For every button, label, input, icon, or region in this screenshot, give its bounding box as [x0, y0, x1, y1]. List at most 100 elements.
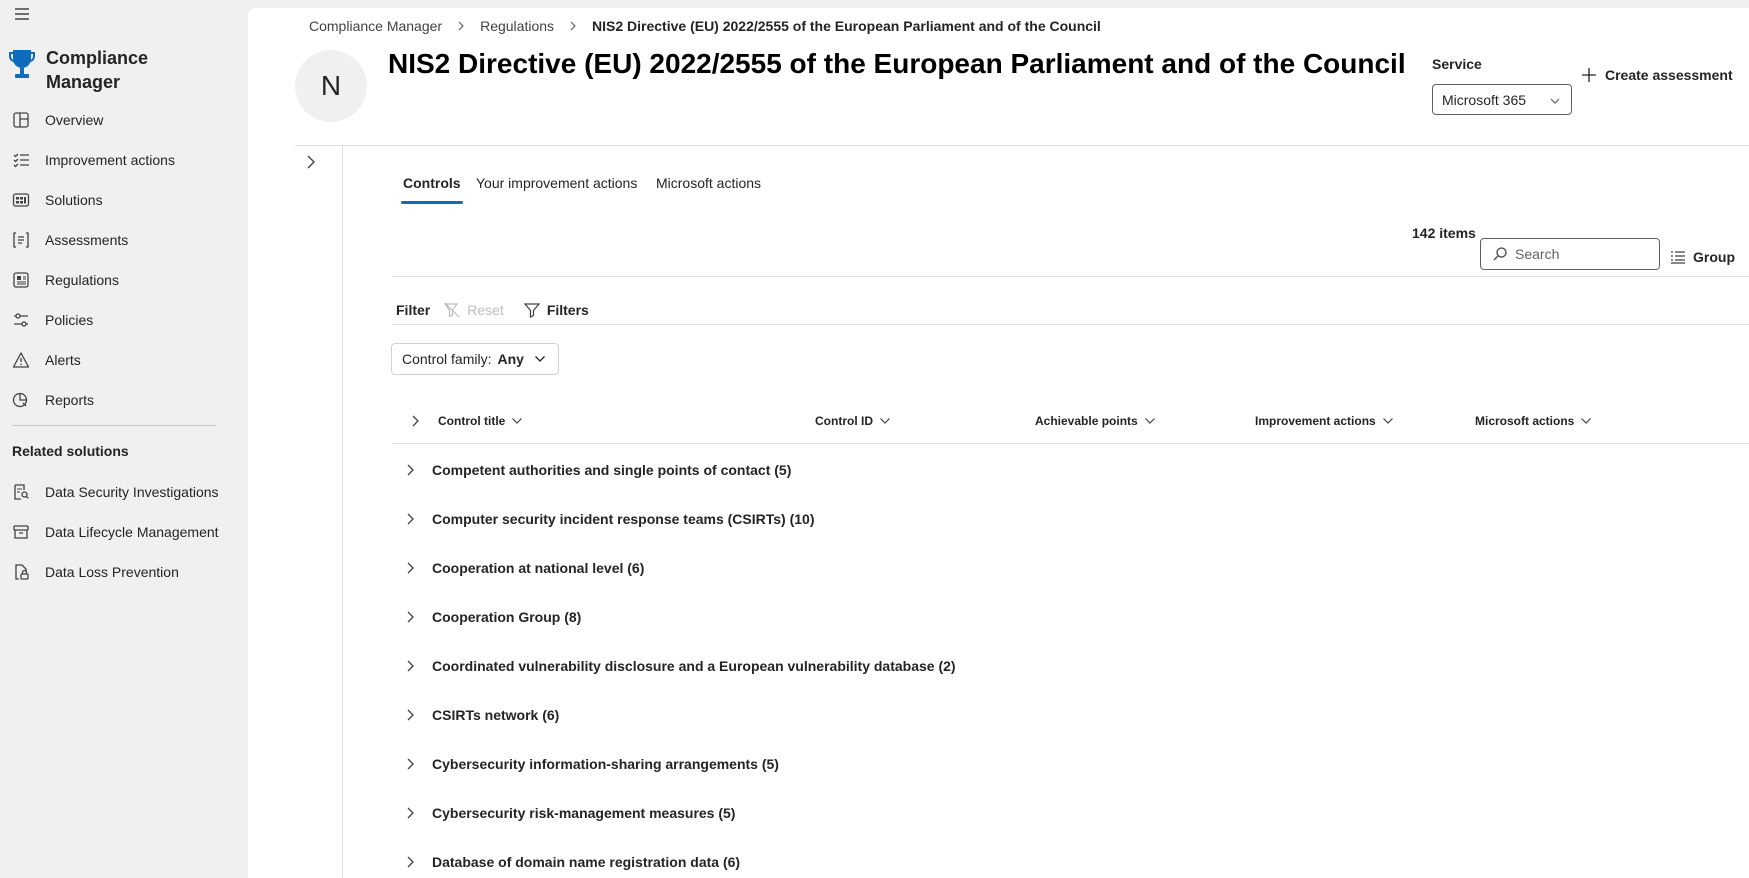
chevron-down-icon	[1144, 415, 1156, 427]
nav-label: Data Lifecycle Management	[45, 524, 219, 540]
table-row[interactable]: Cybersecurity information-sharing arrang…	[392, 739, 1749, 788]
table-row[interactable]: Database of domain name registration dat…	[392, 837, 1749, 878]
list-checks-icon	[12, 151, 30, 169]
nav-item-assessments[interactable]: Assessments	[0, 220, 248, 260]
chevron-down-icon	[1382, 415, 1394, 427]
chevron-down-icon	[1549, 95, 1561, 107]
nav-label: Policies	[45, 312, 94, 328]
reset-label: Reset	[467, 302, 504, 318]
overview-icon	[12, 111, 30, 129]
expand-details-pane-chevron-icon[interactable]	[303, 154, 319, 170]
service-dropdown[interactable]: Microsoft 365	[1432, 84, 1572, 115]
breadcrumb-current: NIS2 Directive (EU) 2022/2555 of the Eur…	[592, 18, 1101, 34]
table-header: Control title Control ID Achievable poin…	[392, 406, 1749, 444]
column-header-label: Microsoft actions	[1475, 414, 1575, 428]
table-row[interactable]: Cooperation Group (8)	[392, 592, 1749, 641]
column-header-label: Improvement actions	[1255, 414, 1376, 428]
filter-divider-bottom	[392, 324, 1749, 325]
search-box[interactable]	[1480, 238, 1660, 270]
nav-label: Improvement actions	[45, 152, 175, 168]
nav-label: Data Loss Prevention	[45, 564, 179, 580]
reset-filter-button[interactable]: Reset	[444, 302, 504, 318]
alert-icon	[12, 351, 30, 369]
column-header-label: Control ID	[815, 414, 873, 428]
nav-item-data-loss-prevention[interactable]: Data Loss Prevention	[0, 552, 248, 592]
main-panel: Compliance Manager Regulations NIS2 Dire…	[248, 8, 1749, 878]
chevron-down-icon	[1580, 415, 1592, 427]
nav-item-alerts[interactable]: Alerts	[0, 340, 248, 380]
nav-divider	[12, 425, 216, 426]
column-header-label: Control title	[438, 414, 506, 428]
breadcrumb-regulations[interactable]: Regulations	[480, 18, 554, 34]
control-family-filter-pill[interactable]: Control family: Any	[391, 343, 559, 375]
service-label: Service	[1432, 56, 1482, 72]
investigation-icon	[12, 483, 30, 501]
tab-controls[interactable]: Controls	[401, 175, 463, 204]
chevron-right-icon	[403, 855, 417, 869]
chevron-right-icon	[456, 21, 466, 31]
filters-label: Filters	[546, 302, 589, 318]
chevron-down-icon	[511, 415, 523, 427]
group-title: Cooperation at national level (6)	[432, 559, 645, 576]
add-icon	[1581, 67, 1597, 83]
tab-your-improvement-actions[interactable]: Your improvement actions	[476, 175, 637, 204]
table-row[interactable]: Computer security incident response team…	[392, 494, 1749, 543]
search-input[interactable]	[1515, 246, 1655, 262]
table-row[interactable]: Competent authorities and single points …	[392, 445, 1749, 494]
control-family-value: Any	[497, 351, 524, 367]
table-row[interactable]: CSIRTs network (6)	[392, 690, 1749, 739]
table-row[interactable]: Cooperation at national level (6)	[392, 543, 1749, 592]
breadcrumb-compliance-manager[interactable]: Compliance Manager	[309, 18, 442, 34]
column-header-control-title[interactable]: Control title	[438, 414, 523, 428]
related-solutions-heading: Related solutions	[12, 443, 129, 459]
nav-label: Regulations	[45, 272, 119, 288]
column-header-improvement-actions[interactable]: Improvement actions	[1255, 414, 1394, 428]
app-title: Compliance Manager	[46, 46, 148, 94]
tab-microsoft-actions[interactable]: Microsoft actions	[656, 175, 761, 204]
chevron-right-icon	[403, 463, 417, 477]
regulation-avatar: N	[295, 50, 367, 122]
chevron-right-icon	[568, 21, 578, 31]
filter-divider-top	[392, 276, 1749, 277]
table-row[interactable]: Cybersecurity risk-management measures (…	[392, 788, 1749, 837]
solutions-icon	[12, 191, 30, 209]
hamburger-menu-icon[interactable]	[12, 4, 32, 24]
nav-item-regulations[interactable]: Regulations	[0, 260, 248, 300]
nav-item-policies[interactable]: Policies	[0, 300, 248, 340]
nav-label: Overview	[45, 112, 104, 128]
search-icon	[1492, 246, 1508, 262]
filters-button[interactable]: Filters	[523, 302, 589, 318]
items-count: 142 items	[1412, 225, 1476, 241]
nav-item-improvement-actions[interactable]: Improvement actions	[0, 140, 248, 180]
expand-all-chevron-icon[interactable]	[408, 414, 422, 428]
policies-icon	[12, 311, 30, 329]
app-title-line-2: Manager	[46, 72, 121, 92]
create-assessment-label: Create assessment	[1605, 67, 1733, 83]
group-label: Group	[1693, 249, 1735, 265]
chevron-right-icon	[403, 512, 417, 526]
nav-label: Assessments	[45, 232, 129, 248]
nav-item-data-security-investigations[interactable]: Data Security Investigations	[0, 472, 248, 512]
column-header-control-id[interactable]: Control ID	[815, 414, 891, 428]
reports-icon	[12, 391, 30, 409]
header-divider	[295, 145, 1749, 146]
group-button[interactable]: Group	[1670, 249, 1735, 265]
filter-icon	[523, 302, 540, 318]
nav-item-data-lifecycle-management[interactable]: Data Lifecycle Management	[0, 512, 248, 552]
create-assessment-button[interactable]: Create assessment	[1581, 67, 1733, 83]
nav-item-overview[interactable]: Overview	[0, 100, 248, 140]
nav-label: Solutions	[45, 192, 103, 208]
chevron-right-icon	[403, 561, 417, 575]
column-header-achievable-points[interactable]: Achievable points	[1035, 414, 1156, 428]
chevron-right-icon	[403, 610, 417, 624]
group-title: CSIRTs network (6)	[432, 706, 560, 723]
archive-icon	[12, 523, 30, 541]
table-row[interactable]: Coordinated vulnerability disclosure and…	[392, 641, 1749, 690]
filter-label: Filter	[396, 302, 431, 318]
nav-item-reports[interactable]: Reports	[0, 380, 248, 420]
nav-item-solutions[interactable]: Solutions	[0, 180, 248, 220]
column-header-microsoft-actions[interactable]: Microsoft actions	[1475, 414, 1592, 428]
chevron-right-icon	[403, 659, 417, 673]
app-brand: Compliance Manager	[8, 46, 148, 94]
chevron-down-icon	[879, 415, 891, 427]
